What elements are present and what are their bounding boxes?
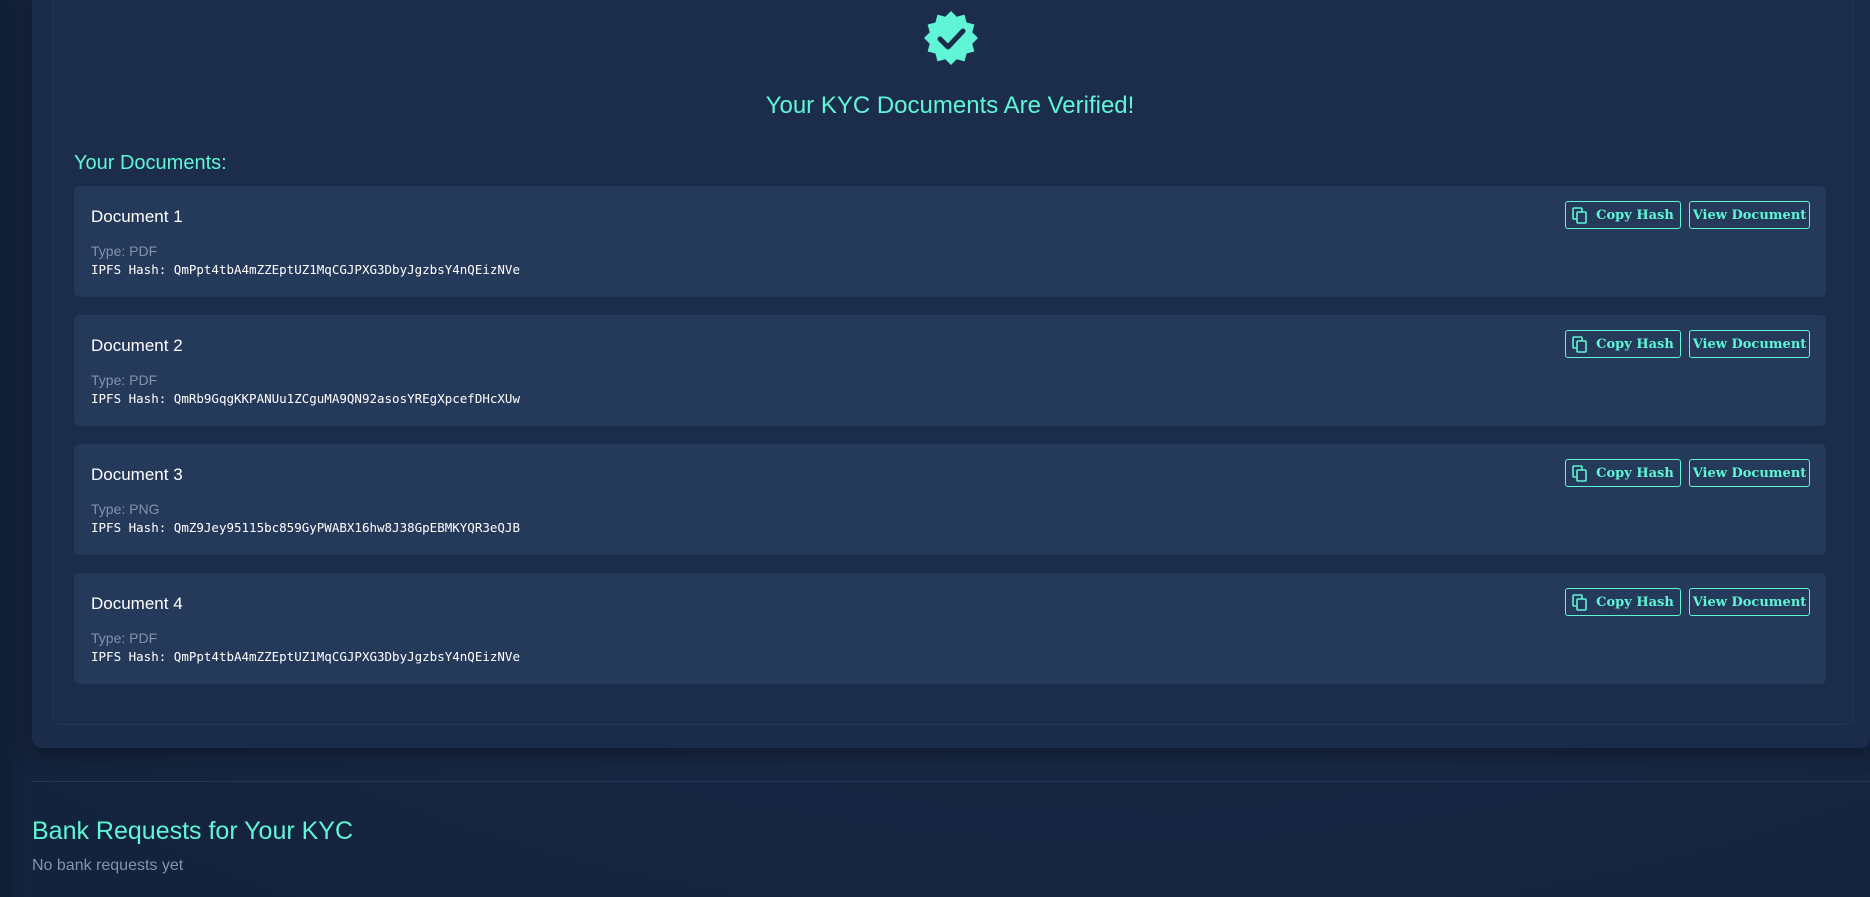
document-type-value: PDF [129,630,158,646]
document-type: Type: PDF [91,371,157,389]
document-type-value: PNG [129,501,160,517]
copy-hash-label: Copy Hash [1596,465,1674,481]
ipfs-hash-label: IPFS Hash: [91,520,174,535]
document-ipfs-hash: IPFS Hash: QmZ9Jey95115bc859GyPWABX16hw8… [91,519,520,537]
ipfs-hash-label: IPFS Hash: [91,262,174,277]
page: Your KYC Documents Are Verified! Your Do… [0,0,1870,897]
copy-hash-button[interactable]: Copy Hash [1565,330,1681,358]
ipfs-hash-label: IPFS Hash: [91,391,174,406]
document-ipfs-hash: IPFS Hash: QmPpt4tbA4mZZEptUZ1MqCGJPXG3D… [91,648,520,666]
document-card: Document 3 Type: PNG IPFS Hash: QmZ9Jey9… [74,444,1826,555]
document-ipfs-hash: IPFS Hash: QmRb9GqgKKPANUu1ZCguMA9QN92as… [91,390,520,408]
document-type: Type: PDF [91,242,157,260]
bank-requests-empty-state: No bank requests yet [32,857,184,874]
copy-icon [1572,335,1587,353]
copy-icon [1572,206,1587,224]
view-document-button[interactable]: View Document [1689,459,1810,487]
document-type-label: Type: [91,372,130,388]
ipfs-hash-value: QmRb9GqgKKPANUu1ZCguMA9QN92asosYREgXpcef… [173,391,520,406]
document-type-label: Type: [91,630,130,646]
bank-requests-heading: Bank Requests for Your KYC [32,817,354,845]
copy-hash-label: Copy Hash [1596,594,1674,610]
document-name: Document 4 [91,594,183,613]
document-ipfs-hash: IPFS Hash: QmPpt4tbA4mZZEptUZ1MqCGJPXG3D… [91,261,520,279]
copy-icon [1572,464,1587,482]
ipfs-hash-label: IPFS Hash: [91,649,174,664]
copy-hash-button[interactable]: Copy Hash [1565,201,1681,229]
copy-hash-button[interactable]: Copy Hash [1565,588,1681,616]
copy-icon [1572,593,1587,611]
document-type-value: PDF [129,243,158,259]
view-document-button[interactable]: View Document [1689,588,1810,616]
left-sidebar-edge [0,0,32,897]
document-card: Document 4 Type: PDF IPFS Hash: QmPpt4tb… [74,573,1826,684]
document-name: Document 2 [91,336,183,355]
copy-hash-label: Copy Hash [1596,336,1674,352]
copy-hash-button[interactable]: Copy Hash [1565,459,1681,487]
verified-title: Your KYC Documents Are Verified! [765,92,1135,119]
document-card: Document 2 Type: PDF IPFS Hash: QmRb9Gqg… [74,315,1826,426]
document-type: Type: PDF [91,629,157,647]
document-name: Document 1 [91,207,183,226]
view-document-button[interactable]: View Document [1689,330,1810,358]
ipfs-hash-value: QmPpt4tbA4mZZEptUZ1MqCGJPXG3DbyJgzbsY4nQ… [173,262,520,277]
document-type: Type: PNG [91,500,159,518]
copy-hash-label: Copy Hash [1596,207,1674,223]
section-divider [32,781,1870,782]
verified-check-badge-icon [924,11,978,65]
document-type-label: Type: [91,243,130,259]
ipfs-hash-value: QmPpt4tbA4mZZEptUZ1MqCGJPXG3DbyJgzbsY4nQ… [173,649,520,664]
document-type-label: Type: [91,501,130,517]
document-name: Document 3 [91,465,183,484]
document-type-value: PDF [129,372,158,388]
ipfs-hash-value: QmZ9Jey95115bc859GyPWABX16hw8J38GpEBMKYQ… [173,520,520,535]
view-document-button[interactable]: View Document [1689,201,1810,229]
documents-heading: Your Documents: [74,152,227,174]
document-card: Document 1 Type: PDF IPFS Hash: QmPpt4tb… [74,186,1826,297]
